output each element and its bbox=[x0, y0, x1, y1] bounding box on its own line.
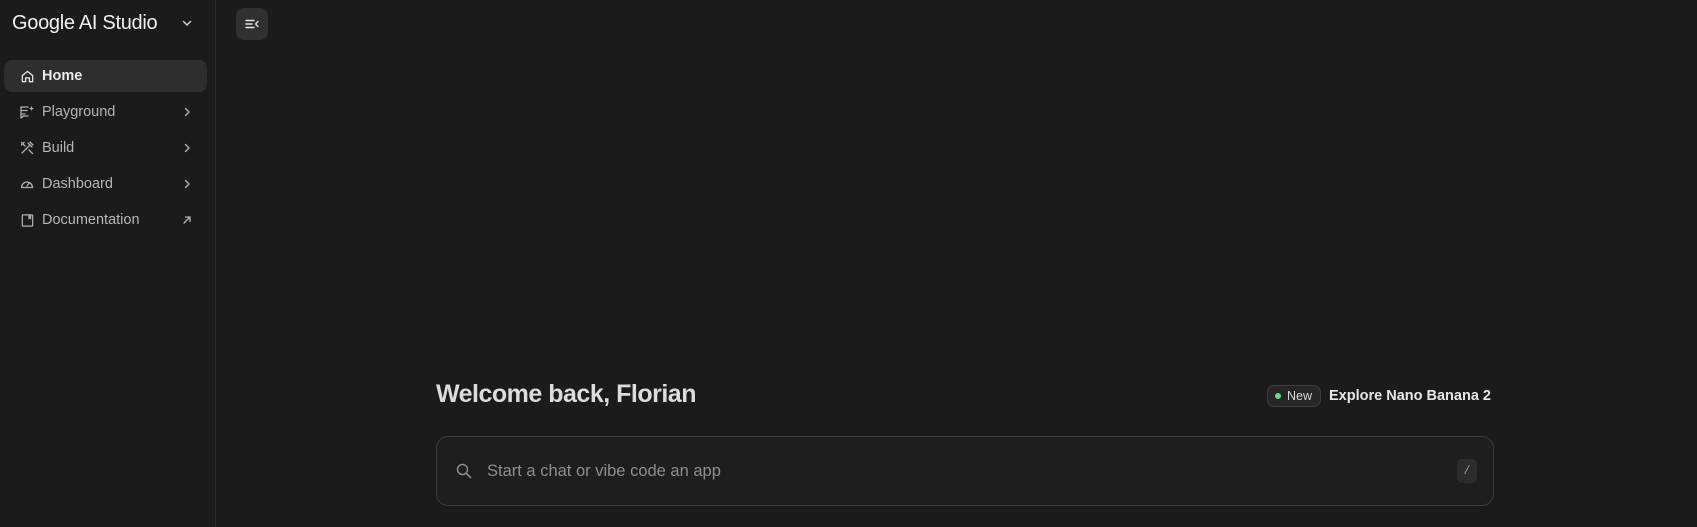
status-dot bbox=[1275, 393, 1281, 399]
chevron-right-icon bbox=[179, 140, 195, 156]
sidebar-nav: Home Playground Build Dashboard Document… bbox=[4, 60, 207, 240]
app-switcher[interactable]: Google AI Studio bbox=[12, 9, 193, 37]
playground-icon bbox=[18, 103, 36, 121]
sidebar-item-label: Dashboard bbox=[42, 176, 113, 192]
welcome-heading: Welcome back, Florian bbox=[436, 380, 696, 408]
new-badge-label: New bbox=[1287, 389, 1313, 403]
prompt-input[interactable] bbox=[487, 461, 1457, 481]
chevron-down-icon bbox=[181, 17, 193, 29]
sidebar-item-dashboard[interactable]: Dashboard bbox=[4, 168, 207, 200]
book-icon bbox=[18, 211, 36, 229]
explore-link-label: Explore Nano Banana 2 bbox=[1329, 388, 1491, 404]
keyboard-shortcut-hint: / bbox=[1457, 459, 1477, 483]
sidebar-item-build[interactable]: Build bbox=[4, 132, 207, 164]
sidebar-item-playground[interactable]: Playground bbox=[4, 96, 207, 128]
home-icon bbox=[18, 67, 36, 85]
collapse-sidebar-icon bbox=[244, 16, 260, 32]
chevron-right-icon bbox=[179, 104, 195, 120]
app-title: Google AI Studio bbox=[12, 11, 158, 34]
sidebar-item-label: Home bbox=[42, 68, 83, 84]
prompt-search-box[interactable]: / bbox=[436, 436, 1494, 506]
sidebar-item-label: Playground bbox=[42, 104, 116, 120]
external-link-icon bbox=[179, 212, 195, 228]
chevron-right-icon bbox=[179, 176, 195, 192]
sidebar-item-label: Build bbox=[42, 140, 75, 156]
sidebar: Google AI Studio Home Playground Build D… bbox=[0, 0, 216, 527]
dashboard-icon bbox=[18, 175, 36, 193]
search-icon bbox=[455, 461, 475, 481]
build-icon bbox=[18, 139, 36, 157]
new-badge: New bbox=[1267, 385, 1322, 407]
explore-nano-banana-link[interactable]: New Explore Nano Banana 2 bbox=[1267, 384, 1491, 408]
sidebar-item-home[interactable]: Home bbox=[4, 60, 207, 92]
sidebar-item-label: Documentation bbox=[42, 212, 140, 228]
collapse-sidebar-button[interactable] bbox=[236, 8, 268, 40]
sidebar-item-documentation[interactable]: Documentation bbox=[4, 204, 207, 236]
